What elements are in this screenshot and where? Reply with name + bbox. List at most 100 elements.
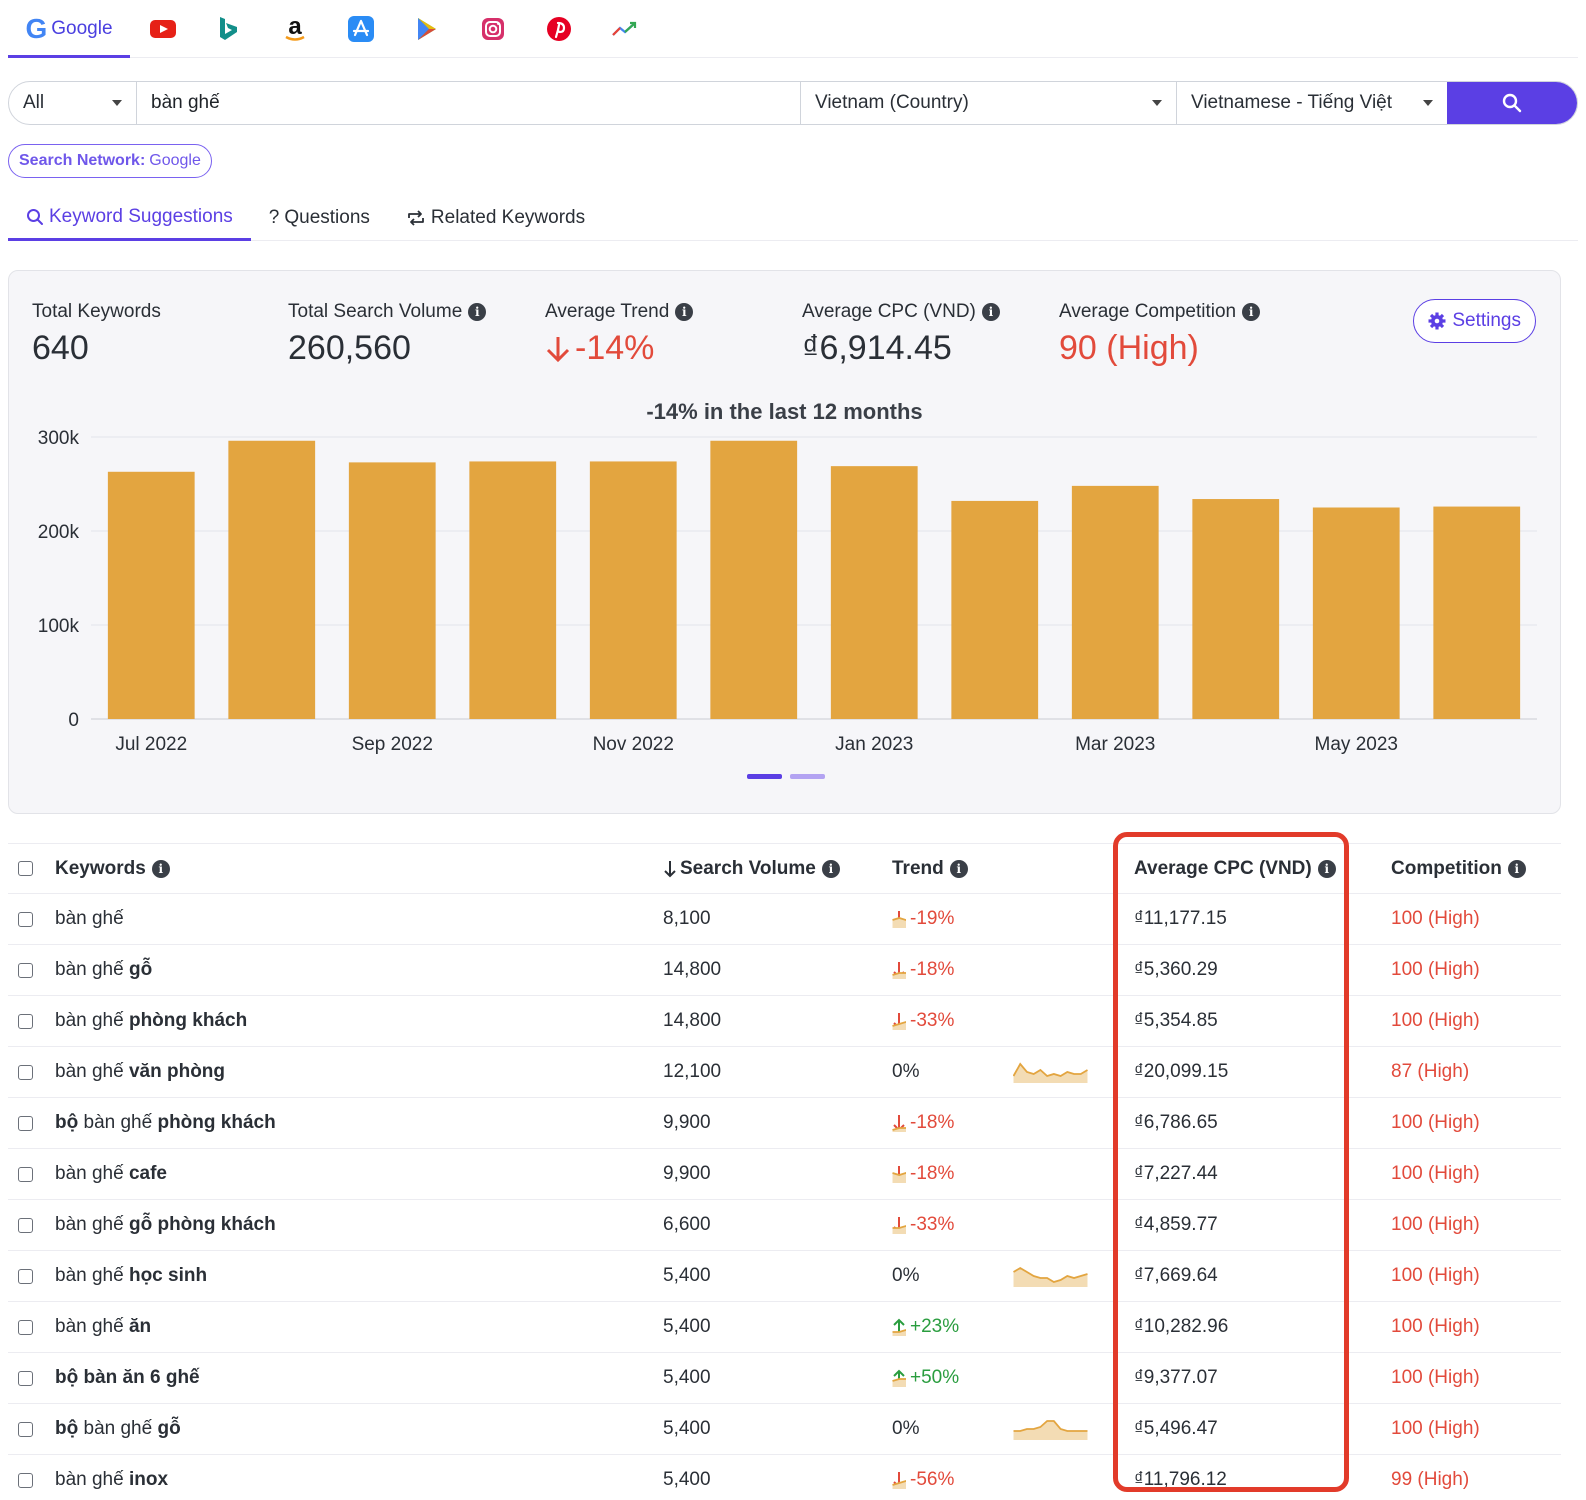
row-checkbox[interactable] bbox=[18, 1115, 33, 1131]
keyword-cell[interactable]: bàn ghế inox bbox=[55, 1455, 168, 1500]
language-select[interactable]: Vietnamese - Tiếng Việt bbox=[1177, 82, 1447, 124]
bar-feb-2023[interactable] bbox=[951, 500, 1039, 719]
info-icon[interactable]: i bbox=[675, 303, 694, 321]
keyword-cell[interactable]: bàn ghế bbox=[55, 894, 124, 944]
tab-questions[interactable]: ? Questions bbox=[251, 195, 388, 241]
search-volume-cell: 14,800 bbox=[663, 959, 722, 980]
keyword-cell[interactable]: bàn ghế học sinh bbox=[55, 1251, 207, 1301]
engine-tab-app-store[interactable] bbox=[328, 0, 394, 58]
keyword-cell[interactable]: bộ bàn ăn 6 ghế bbox=[55, 1353, 200, 1403]
search-type-select[interactable]: All bbox=[9, 82, 137, 124]
engine-tab-instagram[interactable] bbox=[460, 0, 526, 58]
row-checkbox[interactable] bbox=[18, 1268, 33, 1284]
youtube-icon bbox=[146, 12, 180, 46]
row-checkbox[interactable] bbox=[18, 1064, 33, 1080]
table-row[interactable]: bộ bàn ăn 6 ghế 5,400 +50% ₫9,377.07 100 (Hi… bbox=[8, 1353, 1561, 1404]
trend-cell: -18% bbox=[910, 1112, 955, 1133]
search-button[interactable] bbox=[1447, 82, 1577, 124]
settings-button[interactable]: Settings bbox=[1413, 299, 1536, 343]
keyword-cell[interactable]: bàn ghế văn phòng bbox=[55, 1047, 225, 1097]
table-row[interactable]: bàn ghế cafe 9,900 -18% ₫7,227.44 100 (High) bbox=[8, 1149, 1561, 1200]
bar-oct-2022[interactable] bbox=[469, 461, 557, 719]
row-checkbox[interactable] bbox=[18, 1472, 33, 1488]
search-volume-cell: 8,100 bbox=[663, 908, 711, 929]
bar-jan-2023[interactable] bbox=[830, 466, 918, 719]
bar-apr-2023[interactable] bbox=[1192, 499, 1280, 719]
trend-sparkline bbox=[1013, 907, 1088, 931]
keyword-cell[interactable]: bàn ghế ăn bbox=[55, 1302, 151, 1352]
table-row[interactable]: bàn ghế học sinh 5,400 0% ₫7,669.64 100 (Hig… bbox=[8, 1251, 1561, 1302]
table-row[interactable]: bàn ghế inox 5,400 -56% ₫11,796.12 99 (High) bbox=[8, 1455, 1561, 1500]
row-checkbox[interactable] bbox=[18, 1166, 33, 1182]
chart-page-dot-active[interactable] bbox=[747, 774, 782, 779]
bar-jun-2023[interactable] bbox=[1433, 506, 1521, 719]
info-icon[interactable]: i bbox=[981, 303, 1000, 321]
column-header-average-cpc[interactable]: Average CPC (VND) i bbox=[1134, 844, 1336, 893]
row-checkbox[interactable] bbox=[18, 911, 33, 927]
info-icon[interactable]: i bbox=[468, 303, 487, 321]
keyword-search-input[interactable] bbox=[137, 82, 801, 124]
engine-tab-amazon[interactable]: a bbox=[262, 0, 328, 58]
keyword-cell[interactable]: bàn ghế cafe bbox=[55, 1149, 167, 1199]
stat-average-competition-label: Average Competition bbox=[1059, 301, 1237, 322]
select-all-checkbox[interactable] bbox=[18, 861, 33, 876]
table-row[interactable]: bàn ghế gỗ 14,800 -18% ₫5,360.29 100 (High) bbox=[8, 945, 1561, 996]
bar-sep-2022[interactable] bbox=[348, 462, 436, 719]
engine-tab-google[interactable]: G Google bbox=[8, 0, 130, 58]
keyword-bold: inox bbox=[128, 1469, 169, 1490]
table-row[interactable]: bàn ghế ăn 5,400 +23% ₫10,282.96 100 (High) bbox=[8, 1302, 1561, 1353]
bar-aug-2022[interactable] bbox=[228, 440, 316, 719]
search-network-pill[interactable]: Search Network: Google bbox=[8, 144, 212, 178]
stat-average-trend-value: -14% bbox=[575, 329, 655, 367]
table-row[interactable]: bàn ghế 8,100 -19% ₫11,177.15 100 (High) bbox=[8, 894, 1561, 945]
keyword-cell[interactable]: bộ bàn ghế phòng khách bbox=[55, 1098, 276, 1148]
engine-tab-youtube[interactable] bbox=[130, 0, 196, 58]
table-row[interactable]: bàn ghế văn phòng 12,100 0% ₫20,099.15 87 (H… bbox=[8, 1047, 1561, 1098]
row-checkbox[interactable] bbox=[18, 1217, 33, 1233]
column-header-competition[interactable]: Competition i bbox=[1391, 844, 1526, 893]
row-checkbox[interactable] bbox=[18, 1370, 33, 1386]
competition-cell: 100 (High) bbox=[1391, 1214, 1480, 1235]
keyword-plain: bàn ghế bbox=[55, 908, 124, 929]
engine-tab-pinterest[interactable] bbox=[526, 0, 592, 58]
table-row[interactable]: bộ bàn ghế phòng khách 9,900 -18% ₫6,786.65… bbox=[8, 1098, 1561, 1149]
row-checkbox[interactable] bbox=[18, 1013, 33, 1029]
info-icon[interactable]: i bbox=[1242, 303, 1261, 321]
average-cpc-cell: ₫6,786.65 bbox=[1134, 1112, 1218, 1133]
keyword-cell[interactable]: bộ bàn ghế gỗ bbox=[55, 1404, 181, 1454]
row-checkbox[interactable] bbox=[18, 1319, 33, 1335]
bar-mar-2023[interactable] bbox=[1071, 485, 1159, 719]
keyword-plain: bàn ghế bbox=[55, 1163, 129, 1184]
x-tick-label: Nov 2022 bbox=[593, 734, 674, 755]
engine-tab-bing[interactable] bbox=[196, 0, 262, 58]
keyword-cell[interactable]: bàn ghế gỗ bbox=[55, 945, 152, 995]
column-header-trend[interactable]: Trend i bbox=[892, 844, 968, 893]
row-checkbox[interactable] bbox=[18, 1421, 33, 1437]
info-icon[interactable]: i bbox=[821, 859, 840, 878]
engine-tab-play-store[interactable] bbox=[394, 0, 460, 58]
stat-average-competition-value: 90 (High) bbox=[1059, 329, 1199, 367]
bar-nov-2022[interactable] bbox=[589, 461, 677, 719]
table-row[interactable]: bộ bàn ghế gỗ 5,400 0% ₫5,496.47 100 (High) bbox=[8, 1404, 1561, 1455]
chart-page-dot[interactable] bbox=[790, 774, 825, 779]
table-row[interactable]: bàn ghế phòng khách 14,800 -33% ₫5,354.85 10… bbox=[8, 996, 1561, 1047]
column-header-keywords[interactable]: Keywords i bbox=[55, 844, 170, 893]
info-icon[interactable]: i bbox=[949, 859, 968, 878]
keyword-cell[interactable]: bàn ghế gỗ phòng khách bbox=[55, 1200, 276, 1250]
country-select[interactable]: Vietnam (Country) bbox=[801, 82, 1177, 124]
keyword-cell[interactable]: bàn ghế phòng khách bbox=[55, 996, 247, 1046]
column-header-search-volume[interactable]: Search Volume i bbox=[663, 844, 840, 893]
table-row[interactable]: bàn ghế gỗ phòng khách 6,600 -33% ₫4,859.77… bbox=[8, 1200, 1561, 1251]
row-checkbox[interactable] bbox=[18, 962, 33, 978]
engine-tab-trends[interactable] bbox=[592, 0, 658, 58]
bar-jul-2022[interactable] bbox=[107, 471, 195, 719]
competition-cell: 100 (High) bbox=[1391, 1163, 1480, 1184]
info-icon[interactable]: i bbox=[1507, 859, 1526, 878]
info-icon[interactable]: i bbox=[151, 859, 170, 878]
search-icon bbox=[1502, 93, 1522, 113]
info-icon[interactable]: i bbox=[1317, 859, 1336, 878]
bar-dec-2022[interactable] bbox=[710, 440, 798, 719]
tab-related-keywords[interactable]: Related Keywords bbox=[388, 195, 603, 241]
bar-may-2023[interactable] bbox=[1312, 507, 1400, 720]
tab-keyword-suggestions[interactable]: Keyword Suggestions bbox=[8, 195, 251, 241]
